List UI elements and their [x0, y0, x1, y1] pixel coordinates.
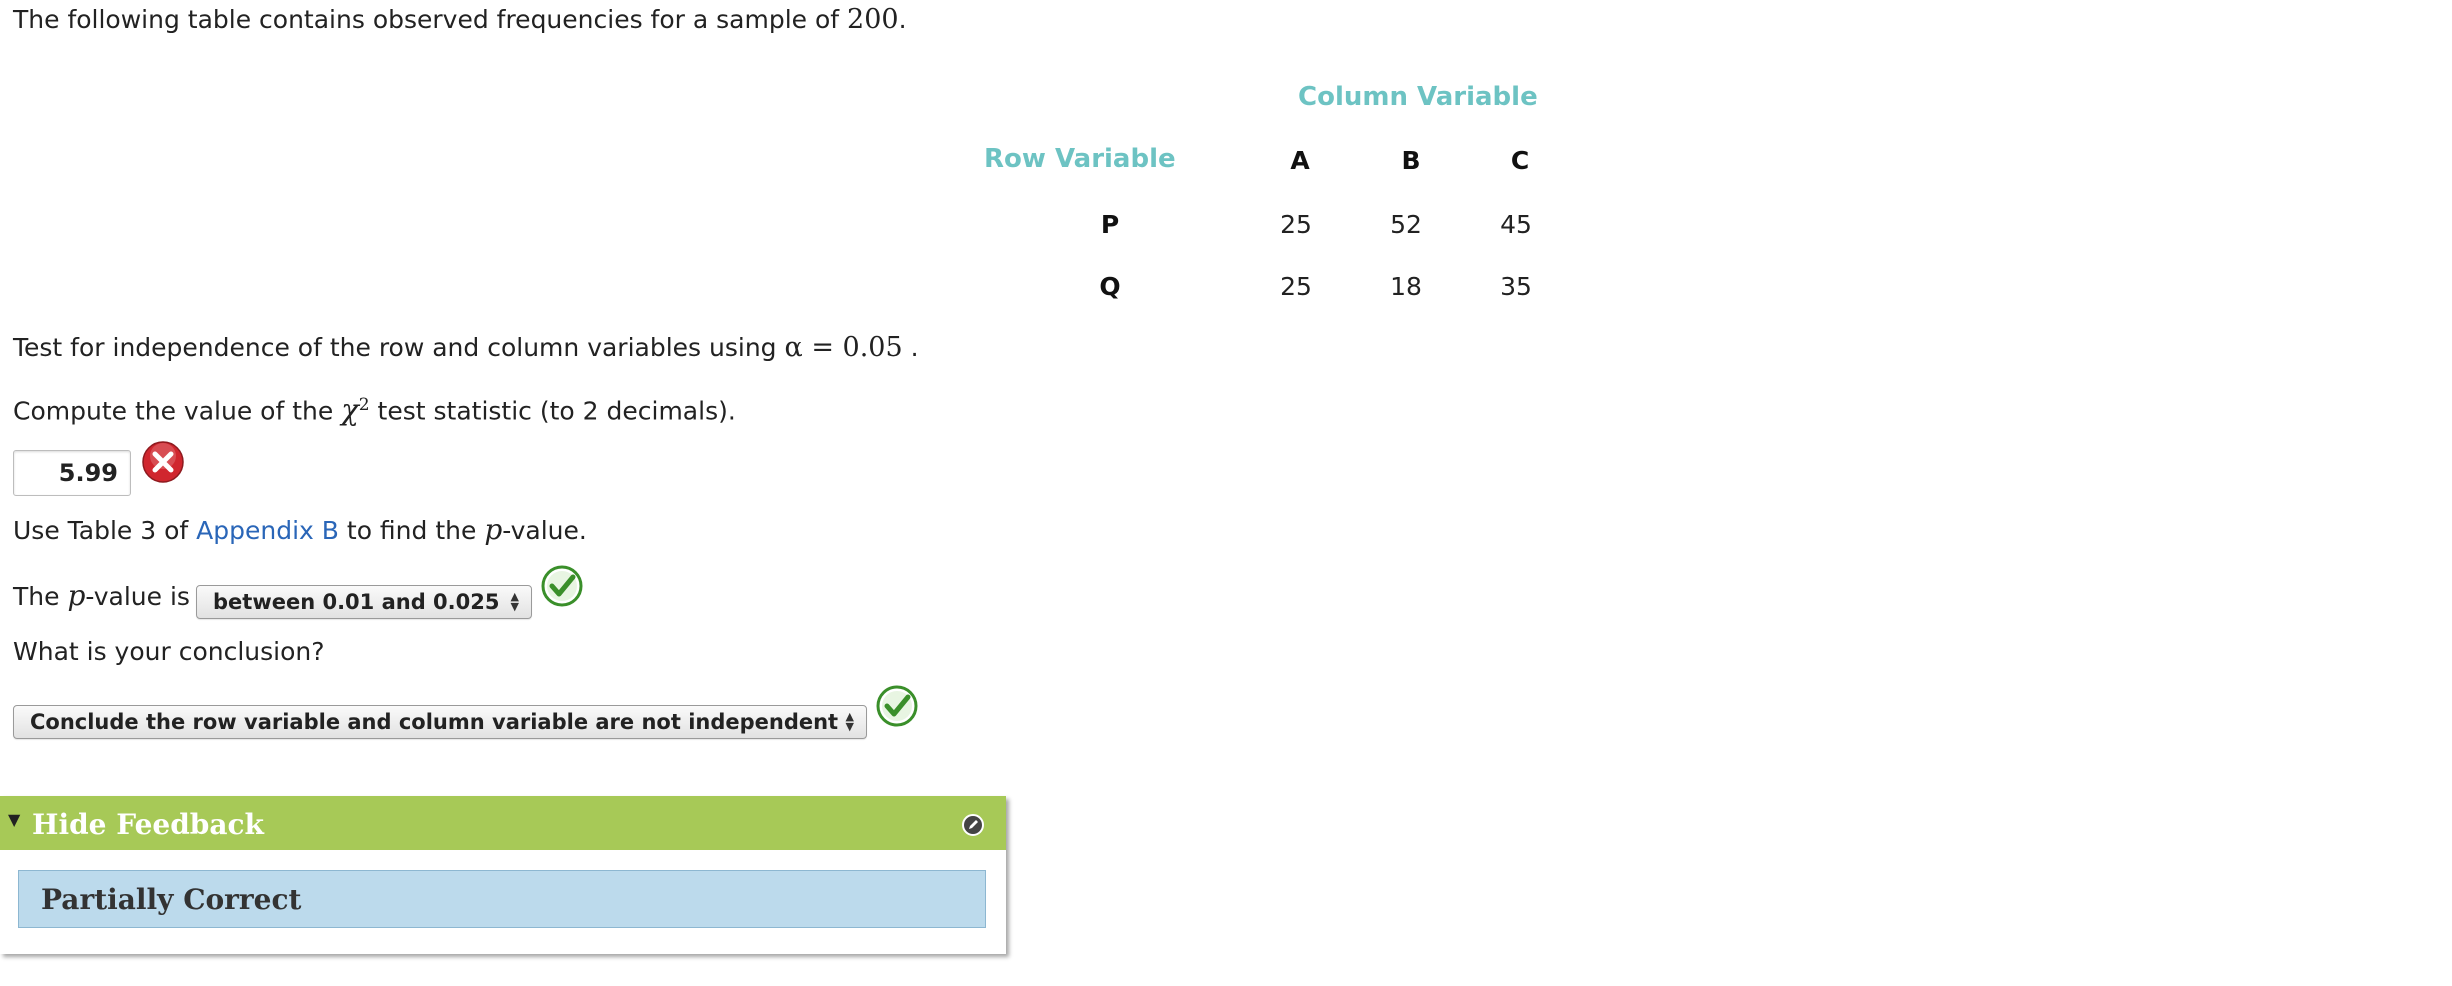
- alpha-value: α = 0.05: [784, 332, 903, 363]
- select-arrows-icon: ▲ ▼: [845, 710, 854, 733]
- pvalue-select[interactable]: between 0.01 and 0.025 ▲ ▼: [196, 585, 532, 619]
- sample-size: 200: [847, 4, 899, 35]
- chi-square-answer-input[interactable]: 5.99: [13, 450, 131, 496]
- cell-q-b: 18: [1390, 272, 1422, 301]
- test-instruction: Test for independence of the row and col…: [13, 332, 919, 363]
- conclusion-question: What is your conclusion?: [13, 637, 325, 666]
- feedback-status-box: Partially Correct: [18, 870, 986, 928]
- column-header-b: B: [1401, 146, 1421, 175]
- compute-instruction: Compute the value of the χ2 test statist…: [13, 392, 736, 427]
- intro-text: The following table contains observed fr…: [13, 4, 907, 35]
- cell-p-a: 25: [1280, 210, 1312, 239]
- row-variable-header: Row Variable: [984, 144, 1176, 174]
- feedback-panel: ▼ Hide Feedback Partially Correct: [0, 796, 1006, 954]
- cell-p-b: 52: [1390, 210, 1422, 239]
- table-instruction: Use Table 3 of Appendix B to find the p-…: [13, 513, 587, 546]
- select-arrows-icon: ▲ ▼: [510, 590, 519, 613]
- pvalue-label: The p-value is: [13, 579, 190, 612]
- column-header-c: C: [1510, 146, 1530, 175]
- collapse-triangle-icon[interactable]: ▼: [8, 810, 20, 829]
- cell-p-c: 45: [1500, 210, 1532, 239]
- feedback-status-text: Partially Correct: [41, 883, 302, 916]
- cell-q-c: 35: [1500, 272, 1532, 301]
- appendix-b-link[interactable]: Appendix B: [196, 516, 339, 545]
- column-variable-header: Column Variable: [1298, 82, 1538, 112]
- edit-pencil-icon[interactable]: [962, 814, 984, 836]
- hide-feedback-toggle[interactable]: Hide Feedback: [32, 808, 264, 841]
- correct-icon: [876, 685, 918, 727]
- cell-q-a: 25: [1280, 272, 1312, 301]
- column-header-a: A: [1290, 146, 1310, 175]
- conclusion-select[interactable]: Conclude the row variable and column var…: [13, 705, 867, 739]
- row-label-p: P: [1100, 210, 1120, 239]
- incorrect-icon: [142, 441, 184, 483]
- feedback-header[interactable]: ▼ Hide Feedback: [0, 796, 1006, 850]
- chi-symbol: χ: [341, 392, 359, 427]
- correct-icon: [541, 565, 583, 607]
- chi-exponent: 2: [358, 395, 370, 415]
- row-label-q: Q: [1099, 272, 1121, 301]
